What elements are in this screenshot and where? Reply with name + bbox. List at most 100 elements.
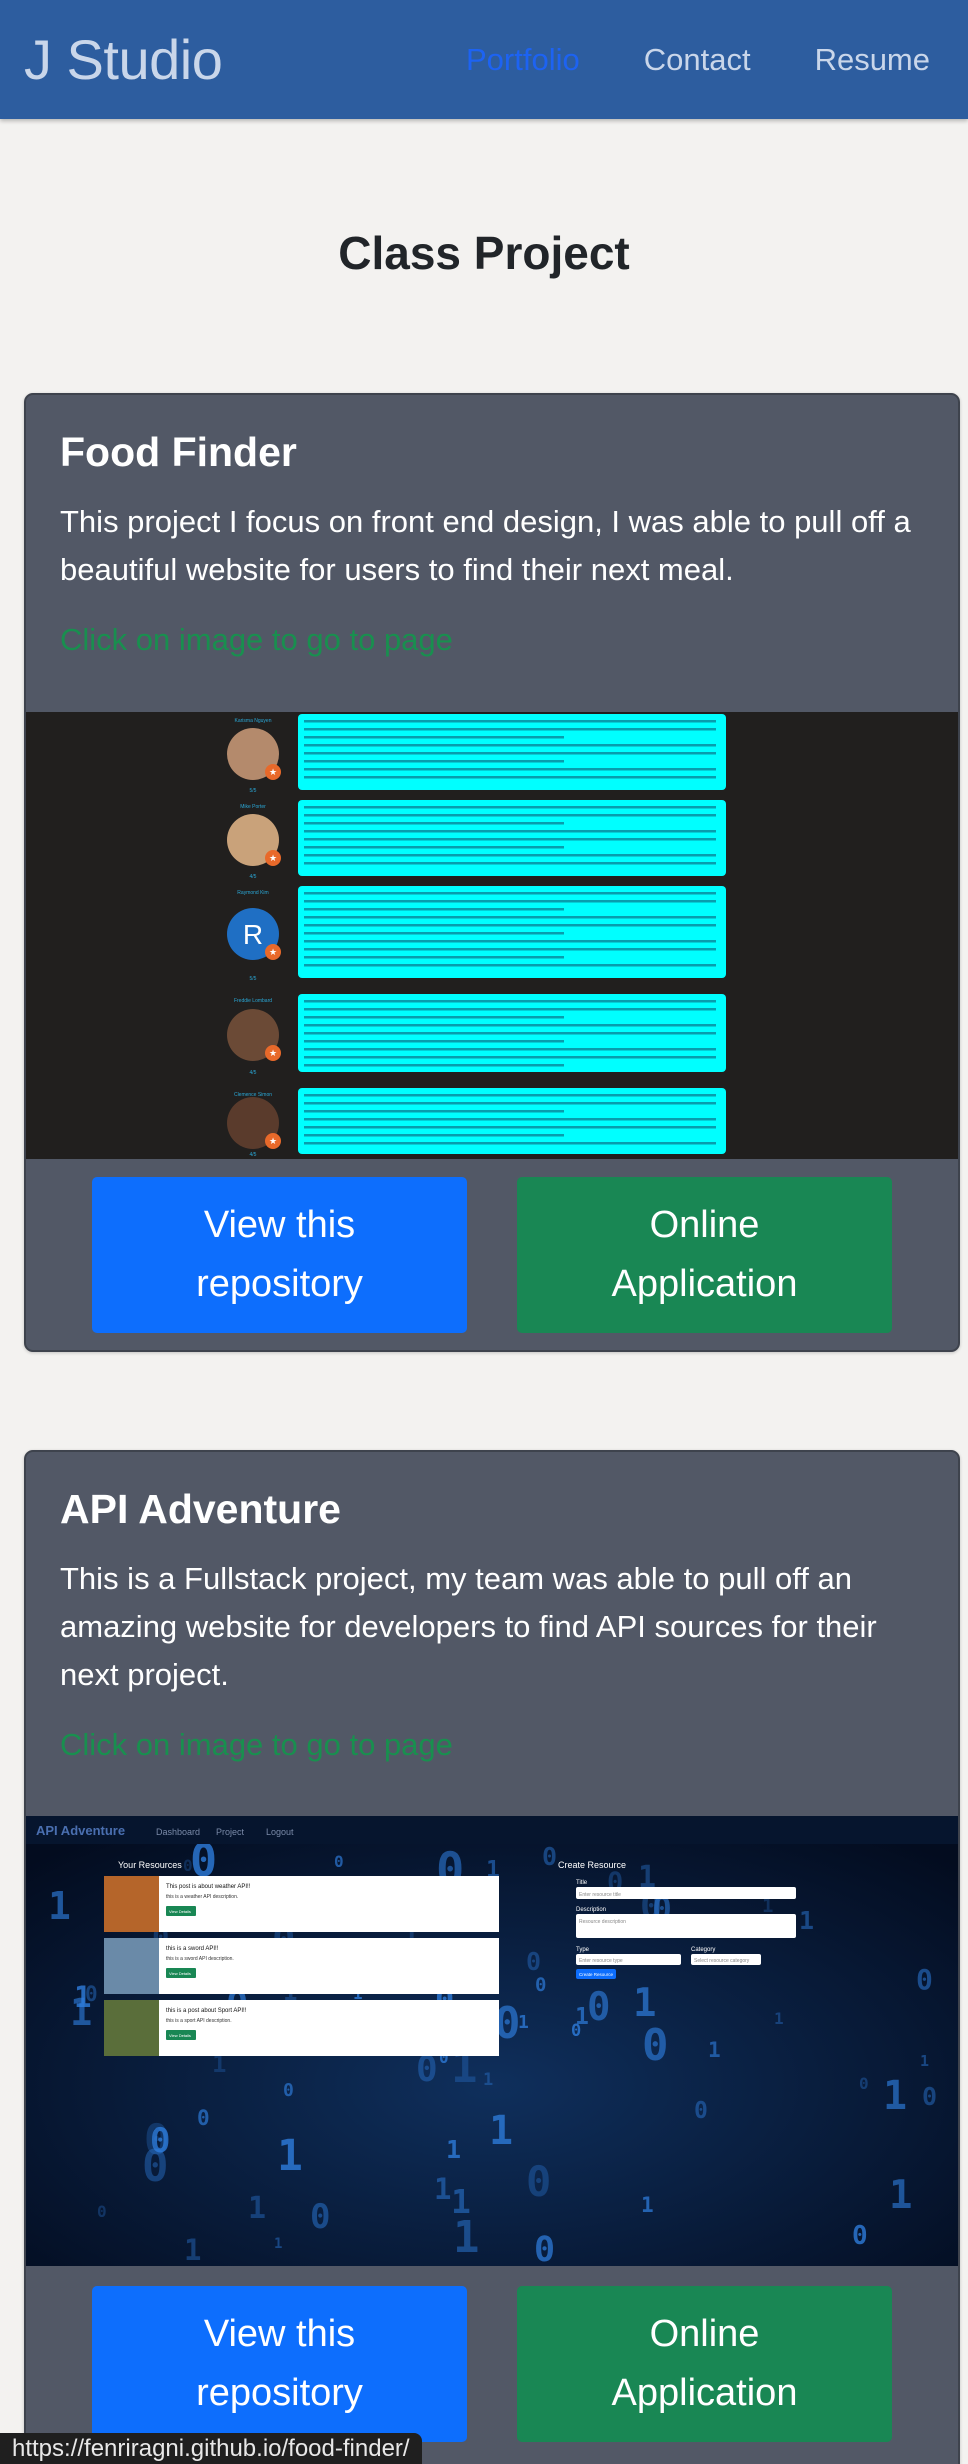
- review-text-line: [304, 854, 716, 857]
- online-application-button[interactable]: Online Application: [517, 1177, 892, 1333]
- resource-button-label: View Details: [169, 1971, 191, 1976]
- review-text-line: [304, 768, 716, 771]
- binary-digit: 1: [434, 2172, 451, 2206]
- binary-digit: 1: [883, 2073, 907, 2119]
- review-text-line: [304, 1134, 564, 1137]
- review-text-line: [304, 892, 716, 895]
- api-app-name: API Adventure: [36, 1823, 125, 1838]
- resource-thumbnail: [104, 1938, 159, 1994]
- binary-digit: 0: [197, 2106, 210, 2130]
- binary-digit: 1: [641, 2193, 654, 2217]
- review-text-line: [304, 744, 716, 747]
- nav-link-contact[interactable]: Contact: [612, 42, 783, 78]
- binary-digit: 0: [526, 2157, 551, 2206]
- review-text-line: [304, 752, 716, 755]
- review-text-line: [304, 1016, 564, 1019]
- project-card-food-finder: Food Finder This project I focus on fron…: [24, 393, 960, 1352]
- section-title: Class Project: [338, 227, 630, 279]
- binary-digit: 1: [489, 2108, 513, 2154]
- review-text-line: [304, 814, 716, 817]
- api-nav-project: Project: [216, 1827, 245, 1837]
- binary-digit: 1: [799, 1906, 814, 1935]
- review-text-line: [304, 830, 716, 833]
- api-form-heading: Create Resource: [558, 1860, 626, 1870]
- binary-digit: 0: [283, 2080, 294, 2101]
- review-text-line: [304, 1110, 564, 1113]
- binary-digit: 1: [633, 1981, 656, 2026]
- binary-digit: 1: [889, 2173, 912, 2218]
- review-text-line: [304, 900, 716, 903]
- binary-digit: 0: [587, 1985, 610, 2030]
- review-text-line: [304, 720, 716, 723]
- api-form-label-description: Description: [576, 1907, 606, 1913]
- binary-digit: 0: [97, 2202, 107, 2221]
- api-form-label-category: Category: [691, 1947, 715, 1953]
- api-form-placeholder-description: Resource description: [579, 1919, 626, 1925]
- binary-digit: 0: [534, 2230, 555, 2266]
- reviewer-rating: 4/5: [250, 1070, 257, 1076]
- binary-digit: 0: [150, 2121, 170, 2161]
- star-icon: ★: [269, 854, 277, 864]
- review-text-line: [304, 908, 564, 911]
- review-text-line: [304, 806, 716, 809]
- api-form-placeholder-type: Enter resource type: [579, 1958, 623, 1964]
- binary-digit: 1: [453, 2212, 480, 2263]
- resource-description: this is a sport API description.: [166, 2018, 232, 2024]
- view-repository-button[interactable]: View this repository: [92, 1177, 467, 1333]
- binary-digit: 0: [922, 2082, 937, 2111]
- binary-digit: 1: [920, 2052, 929, 2070]
- project-description: This is a Fullstack project, my team was…: [60, 1561, 877, 1692]
- resource-title: this is a post about Sport API!!: [166, 2008, 247, 2014]
- review-text-line: [304, 1056, 716, 1059]
- nav-link-portfolio[interactable]: Portfolio: [434, 42, 612, 78]
- review-text-line: [304, 1064, 564, 1067]
- review-text-line: [304, 1024, 716, 1027]
- api-adventure-screenshot[interactable]: 1011001010110010101100101011001010110010…: [26, 1816, 958, 2266]
- binary-digit: 0: [526, 1947, 541, 1976]
- binary-digit: 0: [334, 1852, 344, 1871]
- brand-logo[interactable]: J Studio: [24, 27, 223, 92]
- binary-digit: 1: [48, 1884, 71, 1928]
- review-text-line: [304, 822, 564, 825]
- nav-link-resume[interactable]: Resume: [783, 42, 944, 78]
- star-icon: ★: [269, 948, 277, 958]
- review-text-line: [304, 846, 564, 849]
- resource-thumbnail: [104, 2000, 159, 2056]
- food-finder-screenshot[interactable]: Karisma Nguyen ★ 5/5 Mike Porter ★ 4/5 Raymond…: [26, 712, 958, 1159]
- binary-digit: 1: [708, 2038, 721, 2062]
- project-hint: Click on image to go to page: [60, 622, 453, 657]
- resource-button-label: View Details: [169, 2033, 191, 2038]
- review-text-line: [304, 862, 716, 865]
- binary-digit: 0: [916, 1963, 933, 1996]
- nav-links: Portfolio Contact Resume: [434, 42, 944, 78]
- star-icon: ★: [269, 1049, 277, 1059]
- project-actions: View this repository Online Application: [26, 2286, 958, 2442]
- review-text-line: [304, 948, 716, 951]
- binary-digit: 0: [694, 2098, 708, 2124]
- review-text-line: [304, 1118, 716, 1121]
- binary-digit: 1: [184, 2233, 201, 2266]
- navbar: J Studio Portfolio Contact Resume: [0, 0, 968, 119]
- binary-digit: 0: [183, 1856, 193, 1875]
- api-nav-logout: Logout: [266, 1827, 294, 1837]
- resource-thumbnail: [104, 1876, 159, 1932]
- review-text-line: [304, 956, 564, 959]
- binary-digit: 0: [571, 2021, 581, 2041]
- view-repository-button[interactable]: View this repository: [92, 2286, 467, 2442]
- review-text-line: [304, 1000, 716, 1003]
- reviewer-name: Freddie Lombard: [234, 998, 272, 1004]
- review-text-line: [304, 1126, 716, 1129]
- binary-digit: 1: [248, 2191, 266, 2226]
- review-text-line: [304, 1102, 716, 1105]
- review-text-line: [304, 1048, 716, 1051]
- binary-digit: 1: [446, 2135, 461, 2164]
- reviewer-name: Karisma Nguyen: [235, 718, 272, 724]
- binary-digit: 0: [310, 2197, 330, 2237]
- review-text-line: [304, 932, 564, 935]
- reviewer-name: Mike Porter: [240, 804, 266, 810]
- project-title: Food Finder: [60, 429, 297, 475]
- online-application-button[interactable]: Online Application: [517, 2286, 892, 2442]
- avatar-initial: R: [243, 919, 263, 950]
- api-form-label-type: Type: [576, 1947, 590, 1953]
- binary-digit: 0: [535, 1974, 546, 1996]
